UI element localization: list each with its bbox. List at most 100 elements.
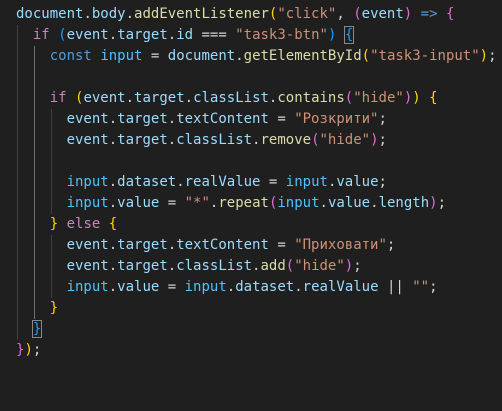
code-token: ; xyxy=(353,258,362,274)
code-token: ; xyxy=(488,48,497,64)
code-line[interactable]: if (event.target.id === "task3-btn") { xyxy=(16,25,355,46)
code-token: = xyxy=(260,174,286,190)
code-line[interactable]: input.value = "*".repeat(input.value.len… xyxy=(16,193,446,214)
code-token: . xyxy=(108,132,118,148)
code-token: ; xyxy=(378,132,387,148)
code-token: ) xyxy=(412,90,421,106)
code-token: length xyxy=(378,195,430,211)
code-line[interactable]: }); xyxy=(16,340,41,361)
code-token: input xyxy=(66,174,109,190)
code-token: textContent xyxy=(176,237,269,253)
code-token: value xyxy=(117,195,160,211)
code-token: dataset xyxy=(117,174,177,190)
code-token: , xyxy=(336,6,354,22)
code-line[interactable]: } xyxy=(16,298,58,319)
code-token: ) xyxy=(344,258,354,274)
code-token: ( xyxy=(344,90,354,106)
code-line[interactable]: const input = document.getElementById("t… xyxy=(16,46,497,67)
code-token: body xyxy=(91,6,126,22)
code-token: ) xyxy=(479,48,489,64)
code-token: event xyxy=(66,258,109,274)
code-token: => xyxy=(420,6,438,22)
code-token: value xyxy=(336,174,379,190)
code-token: contains xyxy=(277,90,345,106)
code-token: else xyxy=(66,216,101,232)
code-token: const xyxy=(49,48,92,64)
code-token: input xyxy=(184,279,227,295)
code-line[interactable]: event.target.classList.add("hide"); xyxy=(16,256,362,277)
code-token: input xyxy=(100,48,143,64)
code-token: ( xyxy=(58,27,67,43)
code-token: . xyxy=(235,48,244,64)
code-token: value xyxy=(117,279,160,295)
code-token: event xyxy=(361,6,404,22)
code-token: = xyxy=(268,237,295,253)
code-token: event xyxy=(66,27,109,43)
code-line[interactable]: input.dataset.realValue = input.value; xyxy=(16,172,387,193)
code-token: "hide" xyxy=(294,258,345,274)
code-token: ( xyxy=(361,48,371,64)
code-token: . xyxy=(226,279,236,295)
code-token: "Розкрити" xyxy=(294,111,379,127)
code-token: target xyxy=(134,90,185,106)
code-token: ; xyxy=(429,279,438,295)
code-token: realValue xyxy=(184,174,261,190)
code-token: input xyxy=(285,174,328,190)
matched-bracket: } xyxy=(31,320,43,338)
code-token: dataset xyxy=(235,279,295,295)
code-line[interactable]: event.target.textContent = "Приховати"; xyxy=(16,235,396,256)
code-line[interactable]: event.target.classList.remove("hide"); xyxy=(16,130,387,151)
code-line[interactable]: if (event.target.classList.contains("hid… xyxy=(16,88,438,109)
code-token: event xyxy=(83,90,126,106)
code-token: . xyxy=(184,90,194,106)
code-token: remove xyxy=(260,132,312,148)
code-token: classList xyxy=(176,132,253,148)
code-line[interactable]: document.body.addEventListener("click", … xyxy=(16,4,454,25)
code-token: . xyxy=(108,174,118,190)
code-token: "task3-input" xyxy=(370,48,480,64)
code-token: . xyxy=(319,195,328,211)
code-token: if xyxy=(49,90,67,106)
code-token: . xyxy=(108,195,118,211)
code-token: "Приховати" xyxy=(294,237,387,253)
code-editor[interactable]: document.body.addEventListener("click", … xyxy=(0,0,502,411)
code-line[interactable]: } else { xyxy=(16,214,117,235)
code-token: . xyxy=(125,90,135,106)
code-token: . xyxy=(167,132,177,148)
code-token: = xyxy=(142,48,168,64)
code-token: . xyxy=(108,279,118,295)
code-token: { xyxy=(108,216,118,232)
code-token: document xyxy=(167,48,236,64)
code-line[interactable]: input.value = input.dataset.realValue ||… xyxy=(16,277,438,298)
code-token: . xyxy=(370,195,379,211)
code-token: ; xyxy=(386,237,396,253)
code-token: "click" xyxy=(277,6,337,22)
code-token: ; xyxy=(32,342,42,358)
code-token: = xyxy=(159,279,185,295)
code-token: . xyxy=(294,279,303,295)
code-token: add xyxy=(260,258,286,274)
code-token: = xyxy=(268,111,295,127)
code-token: ) xyxy=(429,195,438,211)
code-token: } xyxy=(49,300,59,316)
code-token: . xyxy=(125,6,135,22)
code-token: = xyxy=(159,195,185,211)
code-line[interactable]: } xyxy=(16,319,43,340)
code-line[interactable]: event.target.textContent = "Розкрити"; xyxy=(16,109,387,130)
code-token: { xyxy=(445,6,455,22)
code-token: . xyxy=(108,111,118,127)
code-token: . xyxy=(167,111,177,127)
code-token: value xyxy=(327,195,371,211)
